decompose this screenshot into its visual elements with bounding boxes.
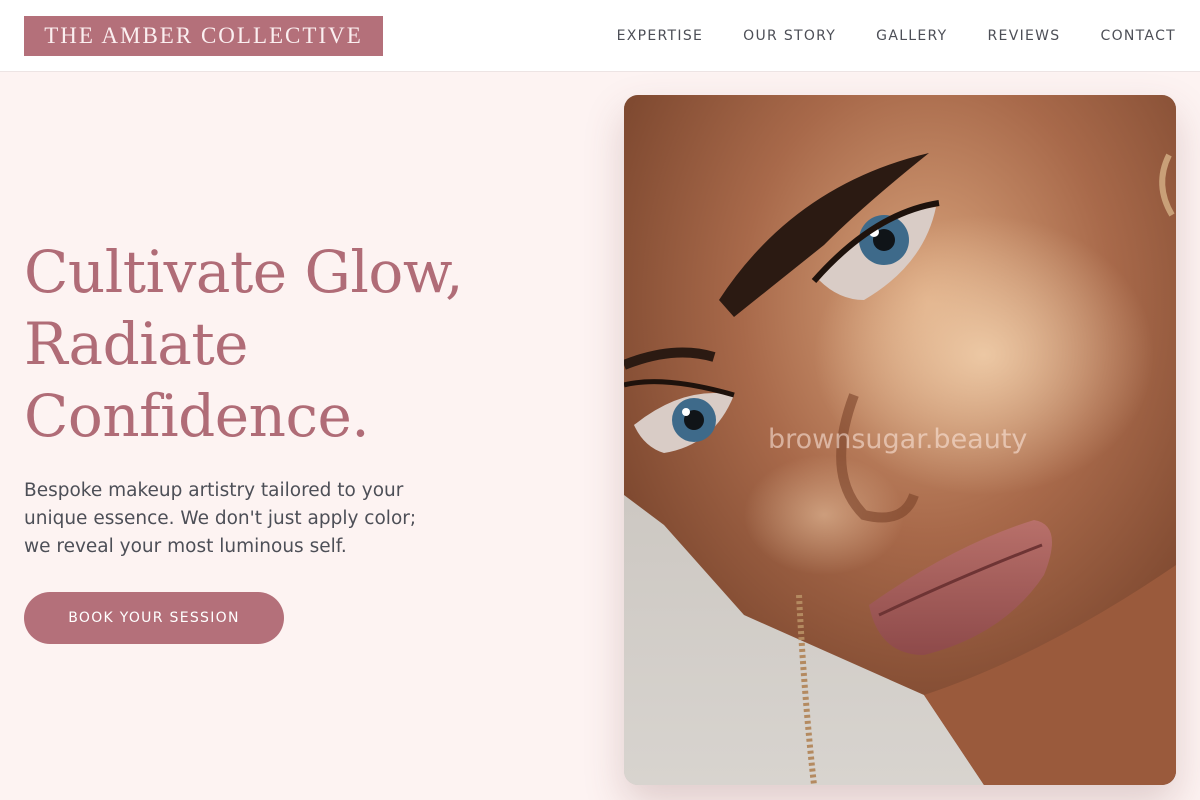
portrait-illustration <box>624 95 1176 785</box>
nav-link-expertise[interactable]: EXPERTISE <box>617 28 704 44</box>
hero-subtitle-line: unique essence. We don't just apply colo… <box>24 508 417 529</box>
hero-title-line: Confidence. <box>24 382 370 450</box>
hero-title: Cultivate Glow, Radiate Confidence. <box>24 236 564 452</box>
hero-portrait-image <box>624 95 1176 785</box>
hero-subtitle-line: Bespoke makeup artistry tailored to your <box>24 480 404 501</box>
nav-link-gallery[interactable]: GALLERY <box>876 28 947 44</box>
hero-title-line: Cultivate Glow, <box>24 238 464 306</box>
hero-subtitle-line: we reveal your most luminous self. <box>24 536 347 557</box>
nav-link-reviews[interactable]: REVIEWS <box>988 28 1061 44</box>
logo[interactable]: THE AMBER COLLECTIVE <box>24 16 383 56</box>
site-header: THE AMBER COLLECTIVE EXPERTISE OUR STORY… <box>0 0 1200 72</box>
hero-title-line: Radiate <box>24 310 248 378</box>
nav-link-contact[interactable]: CONTACT <box>1101 28 1177 44</box>
hero-subtitle: Bespoke makeup artistry tailored to your… <box>24 477 464 561</box>
book-session-button[interactable]: BOOK YOUR SESSION <box>24 592 284 644</box>
nav-link-our-story[interactable]: OUR STORY <box>743 28 836 44</box>
main-nav: EXPERTISE OUR STORY GALLERY REVIEWS CONT… <box>617 0 1176 72</box>
